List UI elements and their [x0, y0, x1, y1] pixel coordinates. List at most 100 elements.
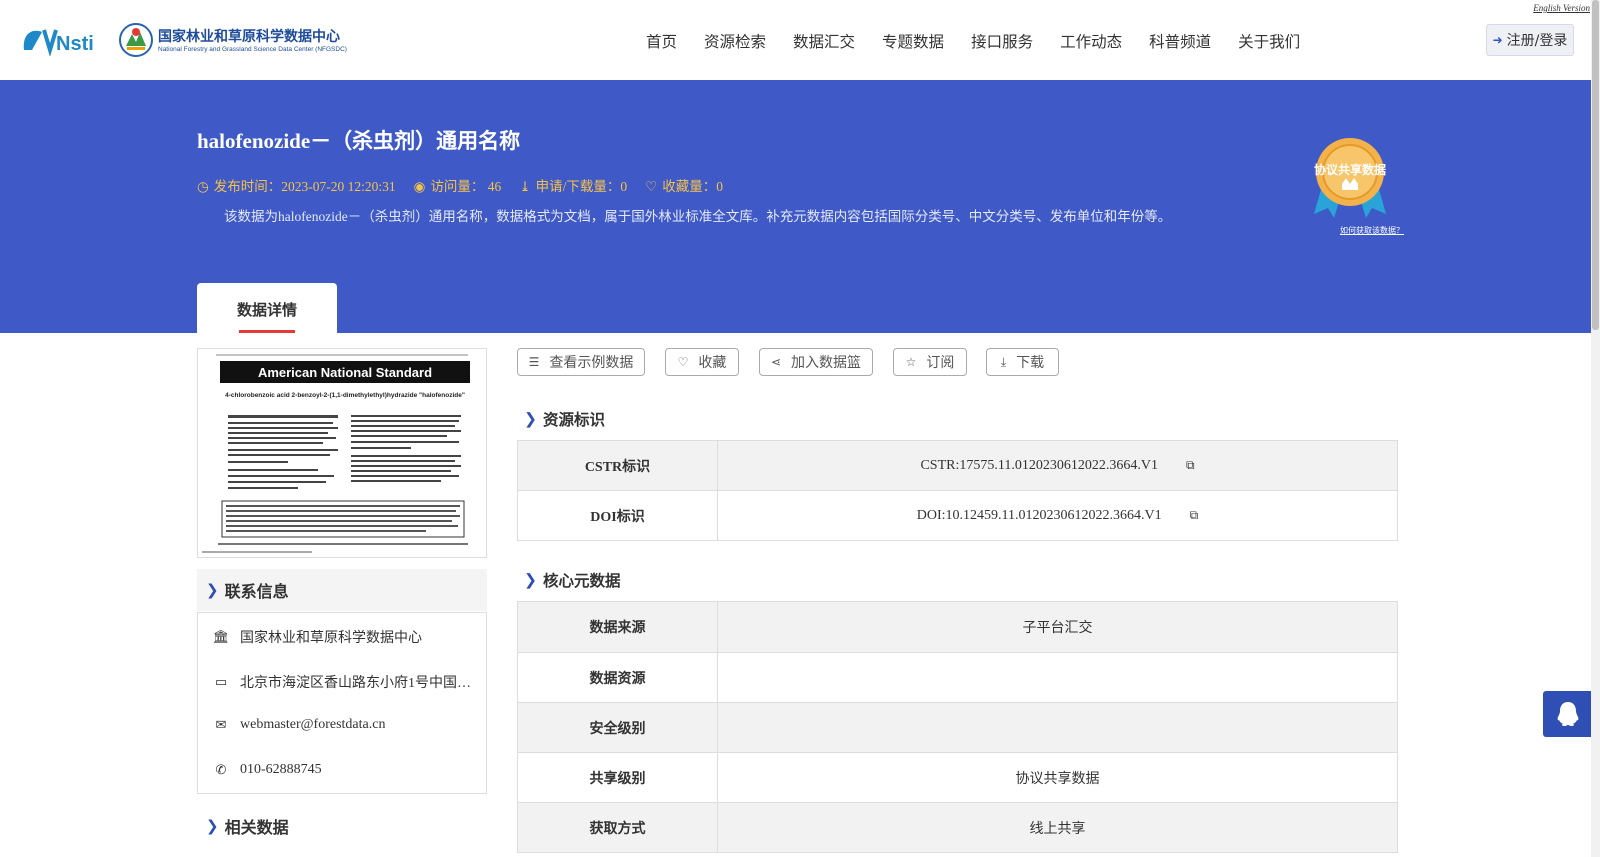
doi-value: DOI:10.12459.11.0120230612022.3664.V1 — [916, 507, 1162, 523]
table-row: CSTR标识 CSTR:17575.11.0120230612022.3664.… — [517, 440, 1398, 491]
copy-icon[interactable]: ⧉ — [1186, 458, 1195, 473]
logo-cn-text: 国家林业和草原科学数据中心 — [158, 29, 340, 45]
visit-count: ◉ 访问量： 46 — [414, 175, 502, 195]
nfgsdc-emblem-icon — [119, 23, 153, 57]
table-row: 数据来源 子平台汇交 — [517, 601, 1398, 653]
meta-value: 子平台汇交 — [717, 601, 1398, 653]
share-icon: ⋖ — [770, 355, 782, 369]
badge-text: 协议共享数据 — [1314, 162, 1386, 177]
doi-value-cell: DOI:10.12459.11.0120230612022.3664.V1 ⧉ — [717, 490, 1398, 541]
meta-key: 数据资源 — [517, 652, 718, 703]
contact-email: ✉ webmaster@forestdata.cn — [212, 717, 386, 733]
contact-phone: ✆ 010-62888745 — [212, 762, 322, 778]
visit-count-text: 访问量： 46 — [430, 179, 502, 194]
nfgsdc-logo[interactable]: 国家林业和草原科学数据中心 National Forestry and Gras… — [118, 20, 347, 60]
nsti-logo-text: Nsti — [56, 33, 94, 55]
published-time: ◷ 发布时间：2023-07-20 12:20:31 — [197, 175, 396, 195]
document-preview-image: American National Standard 4-chlorobenzo… — [198, 349, 486, 557]
table-row: 安全级别 — [517, 702, 1398, 753]
nav-science-channel[interactable]: 科普频道 — [1149, 30, 1211, 52]
subscribe-label: 订阅 — [926, 355, 955, 371]
document-preview[interactable]: American National Standard 4-chlorobenzo… — [197, 348, 487, 558]
copy-icon[interactable]: ⧉ — [1190, 508, 1199, 523]
download-label: 下载 — [1016, 355, 1045, 371]
agreement-share-badge: 协议共享数据 — [1314, 138, 1386, 218]
meta-value: 协议共享数据 — [717, 752, 1398, 803]
cstr-value-cell: CSTR:17575.11.0120230612022.3664.V1 ⧉ — [717, 440, 1398, 491]
map-icon: ▭ — [214, 674, 228, 689]
table-row: 数据资源 — [517, 652, 1398, 703]
resource-id-table: CSTR标识 CSTR:17575.11.0120230612022.3664.… — [517, 440, 1398, 541]
contact-address-text: 北京市海淀区香山路东小府1号中国林业科学研究院 — [240, 676, 476, 691]
nav-topic-data[interactable]: 专题数据 — [882, 30, 944, 52]
download-count: ⤓ 申请/下载量：0 — [519, 175, 627, 195]
page-scrollbar[interactable] — [1591, 0, 1600, 857]
related-data-heading: 相关数据 — [224, 818, 289, 837]
dataset-title: halofenozide－（杀虫剂）通用名称 — [197, 129, 521, 153]
table-row: 获取方式 线上共享 — [517, 802, 1398, 853]
dataset-description: 该数据为halofenozide－（杀虫剂）通用名称，数据格式为文档，属于国外林… — [224, 209, 1172, 224]
chevron-right-icon: ❯ — [206, 817, 219, 835]
main-nav: 首页 资源检索 数据汇交 专题数据 接口服务 工作动态 科普频道 关于我们 — [646, 30, 1327, 52]
add-to-basket-button[interactable]: ⋖ 加入数据篮 — [759, 348, 873, 376]
logo-en-text: National Forestry and Grassland Science … — [158, 46, 347, 53]
core-meta-header: ❯ 核心元数据 — [524, 569, 621, 591]
tab-data-details[interactable]: 数据详情 — [197, 283, 337, 333]
contact-address: ▭ 北京市海淀区香山路东小府1号中国林业科学研究院 — [212, 672, 476, 692]
core-meta-table: 数据来源 子平台汇交 数据资源 安全级别 共享级别 协议共享数据 获取方式 线上… — [517, 601, 1398, 853]
chevron-right-icon: ❯ — [206, 581, 219, 599]
sign-in-icon: ➜ — [1492, 33, 1503, 47]
envelope-icon: ✉ — [215, 717, 227, 732]
star-icon: ☆ — [905, 355, 917, 369]
favorite-button[interactable]: ♡ 收藏 — [665, 348, 739, 376]
doi-key: DOI标识 — [517, 490, 718, 541]
contact-info-header: ❯ 联系信息 — [197, 569, 487, 611]
table-row: DOI标识 DOI:10.12459.11.0120230612022.3664… — [517, 490, 1398, 541]
contact-org-text: 国家林业和草原科学数据中心 — [240, 631, 422, 646]
qq-chat-button[interactable] — [1543, 691, 1593, 737]
nav-resource-search[interactable]: 资源检索 — [704, 30, 766, 52]
nav-api-service[interactable]: 接口服务 — [971, 30, 1033, 52]
tab-data-details-label: 数据详情 — [236, 301, 297, 319]
download-icon: ⤓ — [519, 179, 531, 194]
download-icon: ⤓ — [1000, 354, 1007, 369]
preview-subtitle: 4-chlorobenzoic acid 2-benzoyl-2-(1,1-di… — [225, 392, 465, 399]
meta-value — [717, 652, 1398, 703]
nsti-logo[interactable]: Nsti — [18, 24, 98, 56]
meta-key: 数据来源 — [517, 601, 718, 653]
add-to-basket-label: 加入数据篮 — [791, 355, 862, 371]
phone-icon: ✆ — [215, 762, 227, 777]
nav-news[interactable]: 工作动态 — [1060, 30, 1122, 52]
resource-id-heading: 资源标识 — [543, 411, 606, 429]
contact-phone-text: 010-62888745 — [240, 762, 322, 777]
contact-email-text[interactable]: webmaster@forestdata.cn — [240, 717, 385, 733]
english-version-link[interactable]: English Version — [1533, 3, 1590, 13]
meta-key: 共享级别 — [517, 752, 718, 803]
scrollbar-thumb[interactable] — [1592, 0, 1599, 330]
institution-icon: 🏛 — [212, 629, 230, 644]
favorite-label: 收藏 — [698, 355, 727, 371]
favorite-count-text: 收藏量：0 — [662, 179, 723, 194]
subscribe-button[interactable]: ☆ 订阅 — [893, 348, 967, 376]
download-button[interactable]: ⤓ 下载 — [986, 348, 1059, 376]
nav-home[interactable]: 首页 — [646, 30, 677, 52]
nav-about-us[interactable]: 关于我们 — [1238, 30, 1300, 52]
login-button[interactable]: ➜ 注册/登录 — [1486, 24, 1574, 56]
favorite-count: ♡ 收藏量：0 — [645, 175, 723, 195]
heart-icon: ♡ — [677, 355, 689, 369]
qq-icon — [1557, 702, 1579, 726]
nav-data-submission[interactable]: 数据汇交 — [793, 30, 855, 52]
clock-icon: ◷ — [197, 179, 209, 194]
contact-org: 🏛 国家林业和草原科学数据中心 — [212, 627, 422, 647]
how-to-get-data-link[interactable]: 如何获取该数据？ — [1340, 225, 1404, 236]
cstr-key: CSTR标识 — [517, 440, 718, 491]
published-time-text: 发布时间：2023-07-20 12:20:31 — [213, 179, 396, 194]
tab-active-underline — [239, 330, 295, 333]
dataset-meta: ◷ 发布时间：2023-07-20 12:20:31 ◉ 访问量： 46 ⤓ 申请/下… — [197, 175, 723, 195]
cstr-value: CSTR:17575.11.0120230612022.3664.V1 — [920, 457, 1158, 473]
core-meta-heading: 核心元数据 — [543, 572, 621, 590]
view-sample-button[interactable]: ☰ 查看示例数据 — [517, 348, 645, 376]
chevron-right-icon: ❯ — [524, 410, 537, 428]
preview-heading: American National Standard — [258, 365, 432, 380]
contact-info-box: 🏛 国家林业和草原科学数据中心 ▭ 北京市海淀区香山路东小府1号中国林业科学研究… — [197, 612, 487, 794]
